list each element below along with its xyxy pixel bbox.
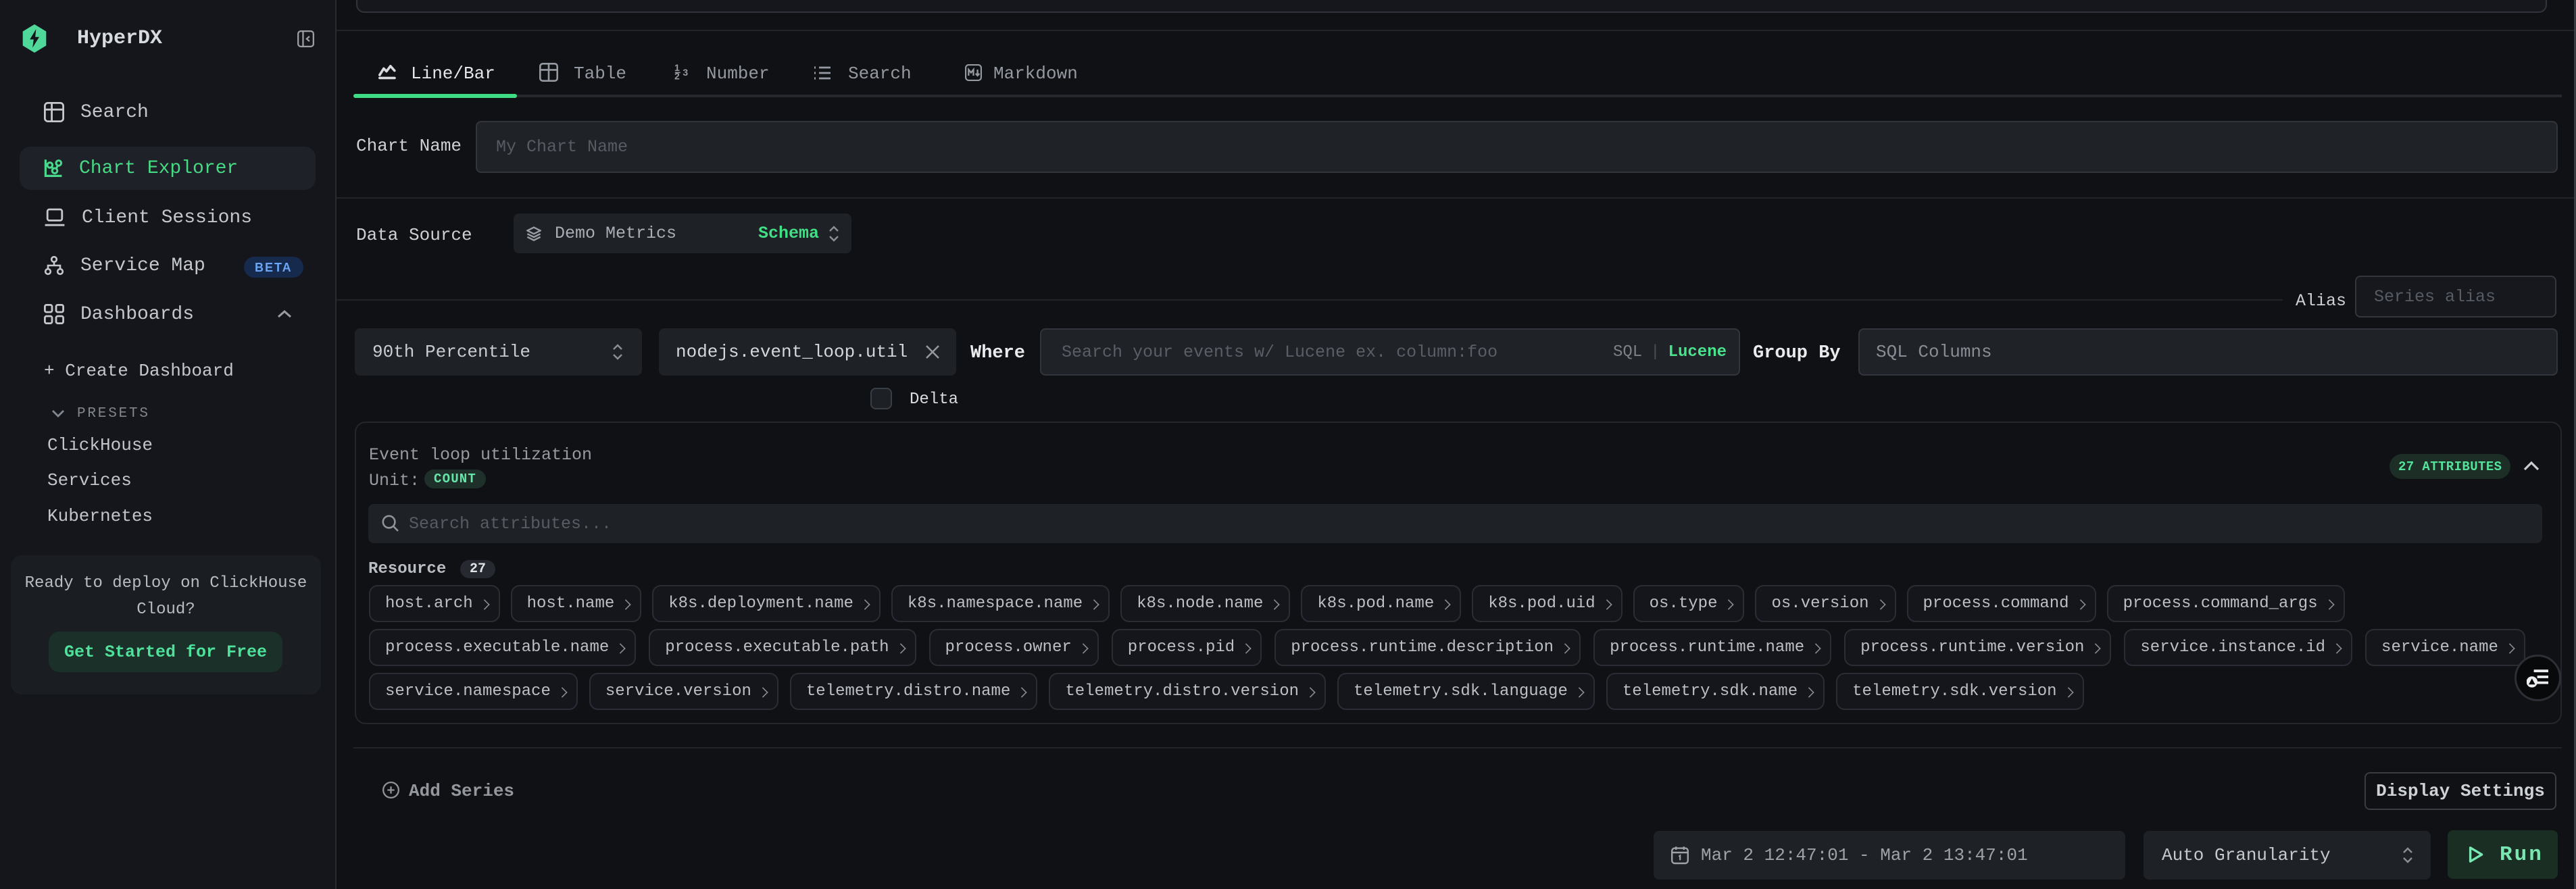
svg-text:3: 3 xyxy=(683,67,688,78)
